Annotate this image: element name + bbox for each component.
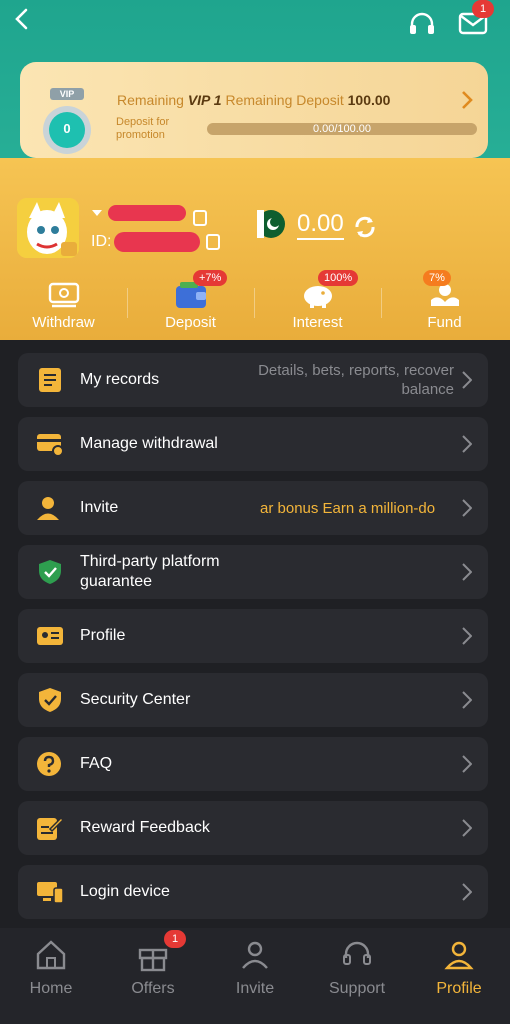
menu-item-login-device[interactable]: Login device: [18, 865, 488, 919]
remaining-deposit-value: 100.00: [347, 92, 391, 108]
vip-medal: VIP 0: [42, 88, 92, 156]
remaining-label: Remaining: [117, 92, 184, 108]
chevron-right-icon: [462, 883, 472, 901]
redacted-username: [108, 205, 186, 221]
vip-card[interactable]: VIP 0 Remaining VIP 1 Remaining Deposit …: [20, 62, 488, 158]
progress-text: 0.00/100.00: [312, 123, 372, 135]
menu-item-reward-feedback[interactable]: Reward Feedback: [18, 801, 488, 855]
vip-status-line: Remaining VIP 1 Remaining Deposit 100.00: [117, 92, 390, 108]
headset-button[interactable]: [408, 10, 436, 38]
profile-icon: [444, 941, 474, 970]
invite-promo-ticker: ar bonus Earn a million-do: [260, 499, 436, 517]
withdraw-label: Withdraw: [32, 314, 95, 331]
menu-label: Security Center: [80, 691, 191, 708]
chevron-right-icon: [462, 435, 472, 453]
users-icon: [242, 941, 268, 969]
fund-badge: 7%: [423, 270, 451, 286]
devices-icon: [36, 879, 64, 905]
refresh-button[interactable]: [352, 214, 378, 240]
vip-level: VIP 1: [187, 92, 222, 108]
refresh-icon: [355, 216, 375, 238]
tab-invite[interactable]: Invite: [204, 928, 306, 1024]
menu-label: Login device: [80, 883, 170, 900]
chevron-right-icon: [462, 499, 472, 517]
copy-id-icon[interactable]: [206, 234, 220, 250]
chevron-right-icon: [462, 755, 472, 773]
interest-label: Interest: [292, 314, 343, 331]
promo-label: Deposit for promotion: [116, 116, 170, 141]
copy-icon[interactable]: [193, 210, 207, 226]
deposit-badge: +7%: [193, 270, 228, 286]
chevron-right-icon: [461, 90, 473, 116]
chevron-right-icon: [462, 371, 472, 389]
medal-tag: VIP: [59, 89, 75, 99]
chevron-left-icon: [15, 8, 28, 30]
feedback-edit-icon: [36, 815, 65, 841]
tab-label: Invite: [235, 980, 275, 997]
chevron-right-icon: [462, 819, 472, 837]
menu-item-third-party-guarantee[interactable]: Third-party platform guarantee: [18, 545, 488, 599]
tab-home[interactable]: Home: [0, 928, 102, 1024]
menu-description: Details, bets, reports, recover balance: [258, 362, 454, 398]
interest-badge: 100%: [318, 270, 359, 286]
chevron-right-icon: [462, 627, 472, 645]
tab-label: Profile: [436, 980, 482, 997]
deposit-label: Deposit: [165, 314, 216, 331]
menu-label: My records: [80, 371, 160, 388]
withdraw-icon: [47, 278, 81, 310]
menu-label: FAQ: [80, 755, 113, 772]
menu-item-my-records[interactable]: My records Details, bets, reports, recov…: [18, 353, 488, 407]
fund-action[interactable]: 7% Fund: [381, 270, 508, 340]
menu-label: Third-party platform guarantee: [80, 553, 220, 590]
menu-item-faq[interactable]: FAQ: [18, 737, 488, 791]
home-icon: [36, 940, 66, 970]
fund-label: Fund: [427, 314, 462, 331]
menu-item-profile[interactable]: Profile: [18, 609, 488, 663]
deposit-action[interactable]: +7% Deposit: [127, 270, 254, 340]
mail-badge: 1: [472, 0, 494, 18]
user-id-label: ID:: [91, 233, 112, 250]
withdraw-action[interactable]: Withdraw: [0, 270, 127, 340]
records-icon: [36, 367, 64, 393]
menu-label: Invite: [80, 499, 119, 516]
back-button[interactable]: [12, 8, 40, 36]
question-icon: [36, 751, 64, 777]
chevron-right-icon: [462, 563, 472, 581]
menu-label: Manage withdrawal: [80, 435, 218, 452]
tab-profile[interactable]: Profile: [408, 928, 510, 1024]
card-settings-icon: [36, 431, 64, 457]
chevron-right-icon: [462, 691, 472, 709]
menu-item-security-center[interactable]: Security Center: [18, 673, 488, 727]
menu-item-manage-withdrawal[interactable]: Manage withdrawal: [18, 417, 488, 471]
tab-label: Offers: [131, 980, 175, 997]
tab-support[interactable]: Support: [306, 928, 408, 1024]
guarantee-shield-icon: [36, 559, 64, 585]
tab-offers[interactable]: Offers: [102, 928, 204, 1024]
tab-label: Support: [328, 980, 386, 997]
vip-progress-bar: 0.00/100.00: [207, 123, 477, 135]
shield-icon: [36, 687, 64, 713]
redacted-user-id: [114, 232, 200, 252]
interest-action[interactable]: 100% Interest: [254, 270, 381, 340]
menu-label: Reward Feedback: [80, 819, 210, 836]
remaining-deposit-label: Remaining Deposit: [225, 92, 344, 108]
bottom-nav: Home Offers Invite Support Profile: [0, 928, 510, 1024]
medal-level: 0: [63, 121, 71, 136]
offers-badge: 1: [164, 930, 186, 948]
support-headset-icon: [343, 941, 371, 965]
headset-icon: [410, 12, 434, 34]
invite-user-icon: [36, 495, 64, 521]
menu-label: Profile: [80, 627, 126, 644]
tab-label: Home: [29, 980, 73, 997]
menu-item-invite[interactable]: Invite ar bonus Earn a million-do: [18, 481, 488, 535]
user-caret-icon[interactable]: [92, 210, 102, 216]
avatar[interactable]: [17, 198, 79, 258]
avatar-image: [17, 198, 79, 258]
id-card-icon: [36, 623, 64, 649]
currency-flag-icon: [257, 210, 285, 238]
balance-amount: 0.00: [297, 210, 344, 240]
